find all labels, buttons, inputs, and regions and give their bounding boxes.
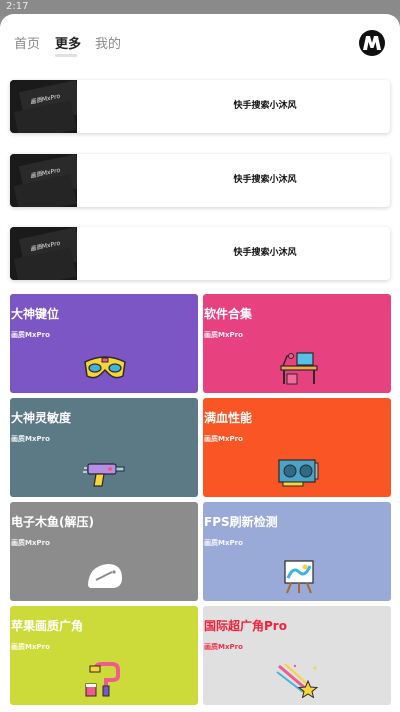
banner-card[interactable]: 画质MxPro 快手搜索小沐风 xyxy=(10,227,390,280)
tile-apple-wide-angle[interactable]: 苹果画质广角 画质MxPro xyxy=(10,606,198,705)
tile-intl-wide-angle[interactable]: 国际超广角Pro 画质MxPro xyxy=(203,606,391,705)
graphics-card-icon xyxy=(278,459,319,487)
tile-subtitle: 画质MxPro xyxy=(11,539,50,547)
banner-thumbnail: 画质MxPro xyxy=(10,154,77,207)
top-nav: 首页 更多 我的 xyxy=(0,14,400,70)
banner-text: 快手搜索小沐风 xyxy=(233,175,297,185)
tab-mine[interactable]: 我的 xyxy=(95,33,121,52)
desk-computer-icon xyxy=(280,352,318,385)
banner-thumbnail: 画质MxPro xyxy=(10,80,77,133)
tile-wooden-fish[interactable]: 电子木鱼(解压) 画质MxPro xyxy=(10,502,198,601)
tile-key-layout[interactable]: 大神键位 画质MxPro xyxy=(10,294,198,393)
tile-title: 苹果画质广角 xyxy=(11,619,84,633)
vr-goggles-icon xyxy=(84,356,126,379)
banner-thumbnail: 画质MxPro xyxy=(10,227,77,280)
tab-more[interactable]: 更多 xyxy=(55,33,81,52)
tile-subtitle: 画质MxPro xyxy=(204,539,243,547)
tile-title: 国际超广角Pro xyxy=(204,619,287,633)
banner-card[interactable]: 画质MxPro 快手搜索小沐风 xyxy=(10,80,390,133)
tile-performance[interactable]: 满血性能 画质MxPro xyxy=(203,398,391,497)
tile-subtitle: 画质MxPro xyxy=(204,435,243,443)
tile-title: FPS刷新检测 xyxy=(204,515,278,529)
tab-home[interactable]: 首页 xyxy=(14,33,40,52)
banner-card[interactable]: 画质MxPro 快手搜索小沐风 xyxy=(10,154,390,207)
tile-subtitle: 画质MxPro xyxy=(11,643,50,651)
tile-title: 满血性能 xyxy=(204,411,253,425)
paint-roller-icon xyxy=(85,662,120,697)
app-logo[interactable] xyxy=(359,30,385,56)
drill-tool-icon xyxy=(83,463,125,487)
status-time: 2:17 xyxy=(6,1,29,12)
tile-subtitle: 画质MxPro xyxy=(11,435,50,443)
easel-icon xyxy=(284,560,314,594)
tile-subtitle: 画质MxPro xyxy=(204,643,243,651)
main-sheet: 首页 更多 我的 画质MxPro 快手搜索小沐风 画质MxPro 快手搜索小沐风… xyxy=(0,14,400,712)
tile-sensitivity[interactable]: 大神灵敏度 画质MxPro xyxy=(10,398,198,497)
shooting-star-icon xyxy=(276,663,319,698)
tile-fps-check[interactable]: FPS刷新检测 画质MxPro xyxy=(203,502,391,601)
tile-title: 大神灵敏度 xyxy=(11,411,72,425)
active-tab-indicator xyxy=(55,54,77,57)
tile-title: 电子木鱼(解压) xyxy=(11,515,94,529)
banner-text: 快手搜索小沐风 xyxy=(233,248,297,258)
tile-title: 大神键位 xyxy=(11,307,60,321)
tile-subtitle: 画质MxPro xyxy=(204,331,243,339)
tile-software[interactable]: 软件合集 画质MxPro xyxy=(203,294,391,393)
tile-subtitle: 画质MxPro xyxy=(11,331,50,339)
tile-title: 软件合集 xyxy=(204,307,253,321)
banner-text: 快手搜索小沐风 xyxy=(233,101,297,111)
wooden-fish-icon xyxy=(88,564,122,588)
m-logo-icon xyxy=(363,36,381,50)
